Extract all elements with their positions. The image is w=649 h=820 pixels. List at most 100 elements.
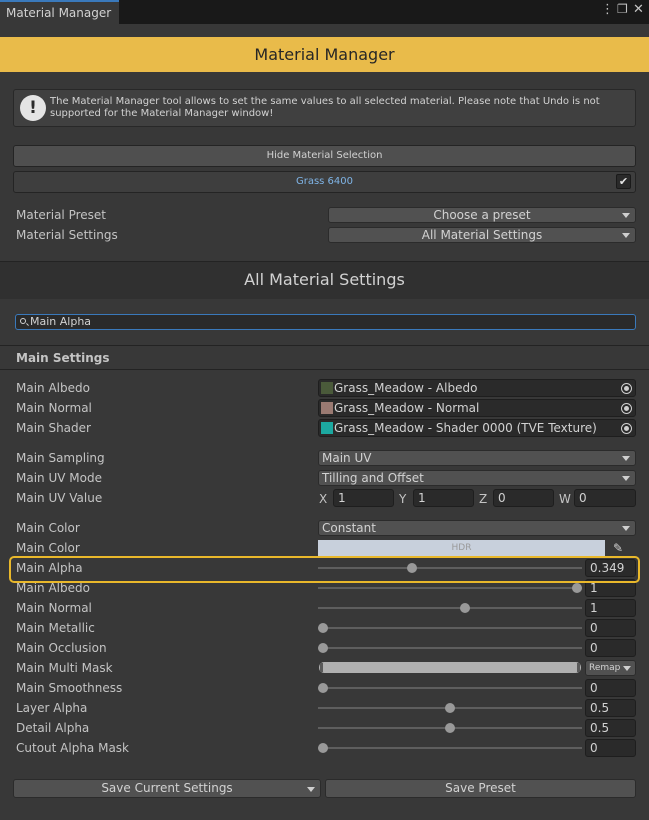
window-tab[interactable]: Material Manager	[0, 0, 119, 24]
slider-value-field[interactable]: 0	[585, 679, 636, 697]
settings-section-title: All Material Settings	[244, 270, 405, 289]
slider-knob[interactable]	[318, 683, 328, 693]
main-normal-label: Main Normal	[16, 401, 92, 415]
help-text: The Material Manager tool allows to set …	[50, 96, 600, 119]
remap-dropdown[interactable]: Remap	[585, 660, 636, 676]
slider-track[interactable]	[318, 743, 582, 753]
close-icon[interactable]: ✕	[633, 2, 644, 17]
chevron-down-icon	[622, 456, 630, 461]
search-icon	[20, 318, 26, 324]
material-checkbox[interactable]: ✔	[616, 174, 631, 189]
slider-knob[interactable]	[572, 583, 582, 593]
eyedropper-icon[interactable]: ✎	[608, 540, 628, 556]
slider-label: Main Normal	[16, 601, 92, 615]
search-input[interactable]: Main Alpha	[15, 314, 636, 330]
maximize-icon[interactable]: ❐	[617, 2, 628, 16]
material-item[interactable]: Grass 6400 ✔	[13, 171, 636, 193]
slider-value-field[interactable]: 0.5	[585, 699, 636, 717]
slider-value-field[interactable]: 0	[585, 639, 636, 657]
multi-mask-range-slider[interactable]	[319, 662, 581, 673]
main-albedo-field[interactable]: Grass_Meadow - Albedo	[318, 379, 636, 397]
slider-knob[interactable]	[318, 743, 328, 753]
slider-knob[interactable]	[460, 603, 471, 613]
material-settings-label: Material Settings	[16, 228, 118, 242]
texture-thumbnail	[321, 382, 333, 394]
range-max-handle[interactable]	[577, 663, 580, 672]
save-current-settings-button[interactable]: Save Current Settings	[13, 779, 321, 798]
main-uv-value-label: Main UV Value	[16, 491, 103, 505]
texture-thumbnail	[321, 402, 333, 414]
main-sampling-value: Main UV	[322, 451, 372, 465]
slider-value-field[interactable]: 0	[585, 619, 636, 637]
material-settings-value: All Material Settings	[421, 228, 543, 242]
uv-y-field[interactable]: 1	[413, 489, 474, 507]
main-sampling-dropdown[interactable]: Main UV	[318, 450, 636, 466]
slider-track[interactable]	[318, 683, 582, 693]
slider-track[interactable]	[318, 723, 582, 733]
slider-knob[interactable]	[318, 623, 328, 633]
slider-track[interactable]	[318, 703, 582, 713]
main-shader-label: Main Shader	[16, 421, 91, 435]
slider-label: Main Metallic	[16, 621, 95, 635]
main-uv-mode-label: Main UV Mode	[16, 471, 102, 485]
uv-z-field[interactable]: 0	[493, 489, 554, 507]
slider-label: Layer Alpha	[16, 701, 88, 715]
main-settings-heading: Main Settings	[16, 351, 110, 365]
main-uv-mode-value: Tilling and Offset	[322, 471, 424, 485]
divider	[0, 369, 649, 370]
kebab-menu-icon[interactable]: ⋮	[601, 2, 614, 17]
main-shader-field[interactable]: Grass_Meadow - Shader 0000 (TVE Texture)	[318, 419, 636, 437]
slider-label: Main Smoothness	[16, 681, 123, 695]
save-current-settings-label: Save Current Settings	[101, 781, 233, 795]
main-color-mode-dropdown[interactable]: Constant	[318, 520, 636, 536]
help-box: ! The Material Manager tool allows to se…	[13, 89, 636, 127]
slider-value-field[interactable]: 0.5	[585, 719, 636, 737]
main-albedo-label: Main Albedo	[16, 381, 90, 395]
slider-track[interactable]	[318, 603, 582, 613]
material-item-label: Grass 6400	[295, 176, 354, 187]
uv-y-label: Y	[399, 492, 407, 506]
divider	[0, 345, 649, 346]
object-picker-icon[interactable]	[621, 383, 632, 394]
slider-knob[interactable]	[445, 723, 455, 733]
search-value: Main Alpha	[30, 315, 92, 328]
material-preset-label: Material Preset	[16, 208, 106, 222]
slider-label: Detail Alpha	[16, 721, 90, 735]
remap-value: Remap	[589, 663, 621, 673]
uv-x-field[interactable]: 1	[333, 489, 394, 507]
slider-track[interactable]	[318, 623, 582, 633]
main-color-swatch[interactable]: HDR	[318, 540, 605, 556]
material-settings-dropdown[interactable]: All Material Settings	[328, 227, 636, 243]
main-albedo-value: Grass_Meadow - Albedo	[334, 381, 478, 395]
slider-knob[interactable]	[445, 703, 455, 713]
chevron-down-icon	[622, 213, 630, 218]
slider-label: Main Occlusion	[16, 641, 107, 655]
slider-knob[interactable]	[318, 643, 328, 653]
slider-value-field[interactable]: 1	[585, 599, 636, 617]
material-preset-value: Choose a preset	[433, 208, 531, 222]
window-tab-bar: Material Manager ⋮ ❐ ✕	[0, 0, 649, 24]
main-color-label: Main Color	[16, 541, 80, 555]
chevron-down-icon	[622, 233, 630, 238]
save-preset-button[interactable]: Save Preset	[325, 779, 636, 798]
slider-label: Cutout Alpha Mask	[16, 741, 129, 755]
chevron-down-icon	[622, 526, 630, 531]
main-normal-field[interactable]: Grass_Meadow - Normal	[318, 399, 636, 417]
main-color-mode-label: Main Color	[16, 521, 80, 535]
object-picker-icon[interactable]	[621, 403, 632, 414]
main-sampling-label: Main Sampling	[16, 451, 105, 465]
uv-w-field[interactable]: 0	[574, 489, 636, 507]
main-color-mode-value: Constant	[322, 521, 376, 535]
material-preset-dropdown[interactable]: Choose a preset	[328, 207, 636, 223]
object-picker-icon[interactable]	[621, 423, 632, 434]
uv-x-label: X	[319, 492, 328, 506]
header-title: Material Manager	[0, 37, 649, 72]
range-min-handle[interactable]	[320, 663, 323, 672]
chevron-down-icon	[623, 666, 631, 671]
main-uv-mode-dropdown[interactable]: Tilling and Offset	[318, 470, 636, 486]
main-multi-mask-label: Main Multi Mask	[16, 661, 113, 675]
slider-track[interactable]	[318, 643, 582, 653]
slider-value-field[interactable]: 0	[585, 739, 636, 757]
hide-material-selection-button[interactable]: Hide Material Selection	[13, 145, 636, 167]
slider-track[interactable]	[318, 583, 582, 593]
